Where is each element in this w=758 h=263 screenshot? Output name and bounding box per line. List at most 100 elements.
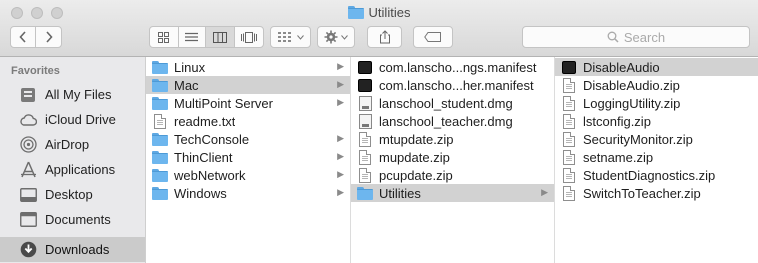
window-title: Utilities [0, 5, 758, 20]
list-item[interactable]: setname.zip [555, 148, 758, 166]
list-item[interactable]: SwitchToTeacher.zip [555, 184, 758, 202]
list-item[interactable]: mtupdate.zip [351, 130, 554, 148]
action-button[interactable] [317, 26, 355, 48]
folder-icon [357, 185, 373, 201]
folder-icon [152, 167, 168, 183]
item-name: Linux [174, 59, 206, 75]
disclosure-arrow-icon: ▶ [337, 169, 344, 179]
sidebar-heading: Favorites [11, 65, 60, 77]
document-icon [561, 77, 577, 93]
sidebar-item-airdrop[interactable]: AirDrop [0, 132, 145, 157]
folder-icon [152, 59, 168, 75]
cover-flow-view-button[interactable] [235, 27, 263, 47]
forward-button[interactable] [36, 27, 61, 47]
sidebar-item-desktop[interactable]: Desktop [0, 182, 145, 207]
share-button[interactable] [367, 26, 402, 48]
list-item[interactable]: SecurityMonitor.zip [555, 130, 758, 148]
column-view-icon [212, 31, 227, 43]
document-icon [561, 167, 577, 183]
sidebar-item-downloads[interactable]: Downloads [0, 237, 145, 262]
sidebar-item-label: Documents [45, 212, 111, 227]
item-name: DisableAudio [583, 59, 660, 75]
window-title-label: Utilities [368, 5, 411, 20]
document-icon [152, 113, 168, 129]
sidebar-item-label: All My Files [45, 87, 112, 102]
list-item[interactable]: Utilities ▶ [351, 184, 554, 202]
sidebar-item-label: AirDrop [45, 137, 90, 152]
share-icon [379, 30, 390, 44]
sidebar-item-all-my-files[interactable]: All My Files [0, 82, 145, 107]
chevron-left-icon [19, 31, 26, 43]
item-name: Utilities [379, 185, 421, 201]
item-name: StudentDiagnostics.zip [583, 167, 716, 183]
list-item[interactable]: Windows ▶ [146, 184, 350, 202]
cloud-icon [18, 111, 38, 129]
item-name: ThinClient [174, 149, 233, 165]
navigation-buttons [10, 26, 62, 48]
document-icon [561, 149, 577, 165]
list-item[interactable]: lanschool_student.dmg [351, 94, 554, 112]
sidebar: Favorites All My Files iCloud Drive AirD… [0, 57, 146, 263]
item-name: SecurityMonitor.zip [583, 131, 693, 147]
list-item[interactable]: Linux ▶ [146, 58, 350, 76]
item-name: Windows [174, 185, 227, 201]
document-icon [357, 149, 373, 165]
list-item[interactable]: mupdate.zip [351, 148, 554, 166]
list-item[interactable]: com.lanscho...ngs.manifest [351, 58, 554, 76]
disk-image-icon [357, 95, 373, 111]
list-item[interactable]: DisableAudio.zip [555, 76, 758, 94]
downloads-icon [18, 241, 38, 259]
arrange-grid-icon [277, 32, 291, 42]
folder-icon [152, 185, 168, 201]
documents-icon [18, 211, 38, 229]
chevron-down-icon [341, 34, 348, 40]
item-name: com.lanscho...ngs.manifest [379, 59, 537, 75]
arrange-button[interactable] [270, 26, 311, 48]
list-view-button[interactable] [179, 27, 207, 47]
list-item[interactable]: com.lanscho...her.manifest [351, 76, 554, 94]
document-icon [561, 185, 577, 201]
item-name: com.lanscho...her.manifest [379, 77, 534, 93]
document-icon [357, 167, 373, 183]
icon-view-button[interactable] [150, 27, 179, 47]
sidebar-item-applications[interactable]: Applications [0, 157, 145, 182]
sidebar-item-label: Applications [45, 162, 116, 177]
executable-icon [561, 59, 577, 75]
desktop-icon [18, 186, 38, 204]
item-name: lstconfig.zip [583, 113, 651, 129]
list-item[interactable]: ThinClient ▶ [146, 148, 350, 166]
folder-icon [152, 77, 168, 93]
sidebar-item-label: Desktop [45, 187, 93, 202]
browser-column-2: com.lanscho...ngs.manifest com.lanscho..… [351, 57, 555, 263]
list-item[interactable]: MultiPoint Server ▶ [146, 94, 350, 112]
list-item[interactable]: DisableAudio [555, 58, 758, 76]
list-item[interactable]: readme.txt [146, 112, 350, 130]
list-item[interactable]: Mac ▶ [146, 76, 350, 94]
search-icon [607, 31, 619, 43]
chevron-down-icon [296, 34, 304, 40]
list-item[interactable]: StudentDiagnostics.zip [555, 166, 758, 184]
disclosure-arrow-icon: ▶ [541, 187, 548, 197]
icon-view-icon [158, 31, 170, 43]
column-view-button[interactable] [206, 27, 235, 47]
all-files-icon [18, 86, 38, 104]
folder-icon [152, 131, 168, 147]
sidebar-item-icloud-drive[interactable]: iCloud Drive [0, 107, 145, 132]
airdrop-icon [18, 136, 38, 154]
list-item[interactable]: TechConsole ▶ [146, 130, 350, 148]
item-name: DisableAudio.zip [583, 77, 680, 93]
list-item[interactable]: webNetwork ▶ [146, 166, 350, 184]
folder-icon [347, 6, 364, 19]
folder-icon [152, 95, 168, 111]
sidebar-item-documents[interactable]: Documents [0, 207, 145, 232]
list-item[interactable]: pcupdate.zip [351, 166, 554, 184]
back-button[interactable] [11, 27, 37, 47]
list-item[interactable]: LoggingUtility.zip [555, 94, 758, 112]
item-name: Mac [174, 77, 199, 93]
list-item[interactable]: lanschool_teacher.dmg [351, 112, 554, 130]
document-icon [357, 131, 373, 147]
item-name: SwitchToTeacher.zip [583, 185, 701, 201]
tags-button[interactable] [413, 26, 453, 48]
list-item[interactable]: lstconfig.zip [555, 112, 758, 130]
search-field[interactable]: Search [522, 26, 750, 48]
